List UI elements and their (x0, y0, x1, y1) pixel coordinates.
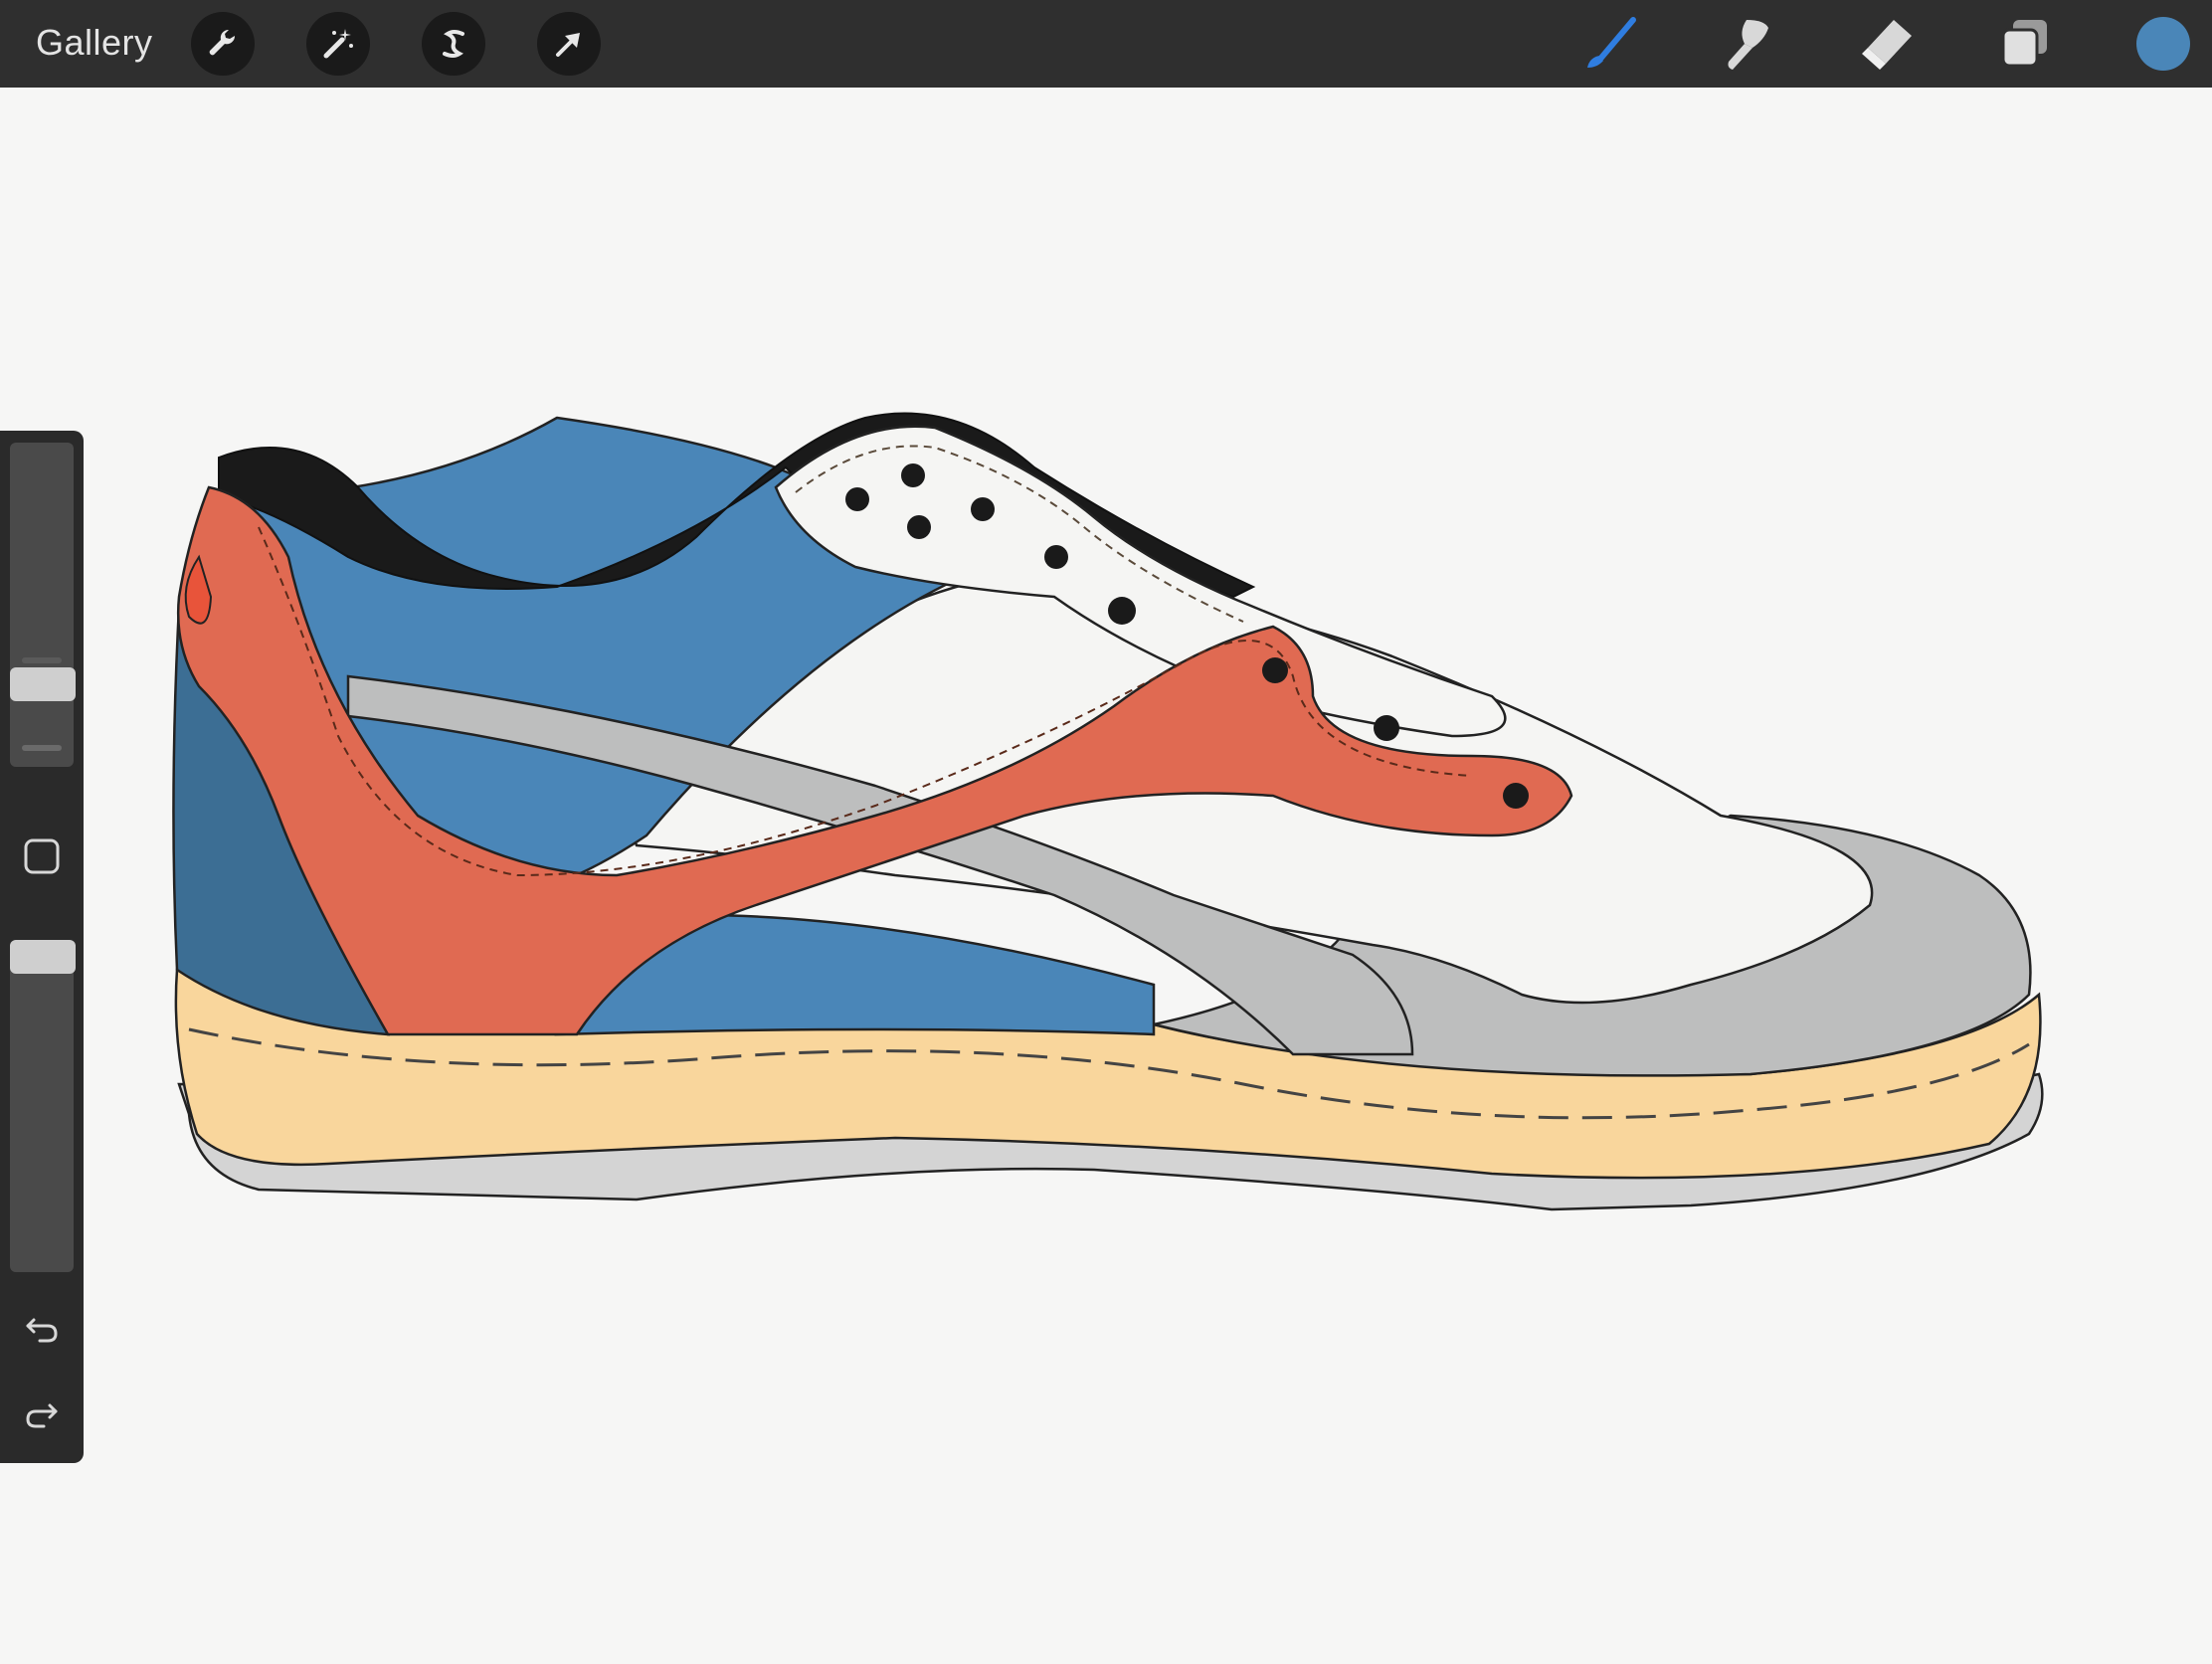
color-swatch[interactable] (2136, 17, 2190, 71)
gallery-button[interactable]: Gallery (36, 22, 153, 64)
smudge-button[interactable] (1713, 10, 1780, 78)
sneaker-illustration (172, 412, 2044, 1211)
adjustments-button[interactable] (306, 12, 370, 76)
smudge-icon (1728, 20, 1768, 70)
eraser-icon (1862, 20, 1912, 70)
selection-button[interactable] (422, 12, 485, 76)
brush-icon (1587, 17, 1636, 68)
eraser-button[interactable] (1852, 10, 1920, 78)
drawing-canvas[interactable] (0, 88, 2212, 1659)
layers-button[interactable] (1991, 10, 2059, 78)
selection-s-icon (443, 30, 464, 58)
transform-arrow-icon (556, 33, 580, 57)
top-toolbar: Gallery (0, 0, 2212, 88)
brush-button[interactable] (1575, 10, 1643, 78)
wrench-icon (209, 29, 236, 56)
actions-button[interactable] (191, 12, 255, 76)
magic-wand-icon (323, 29, 353, 59)
transform-button[interactable] (537, 12, 601, 76)
layers-icon (2001, 20, 2047, 68)
